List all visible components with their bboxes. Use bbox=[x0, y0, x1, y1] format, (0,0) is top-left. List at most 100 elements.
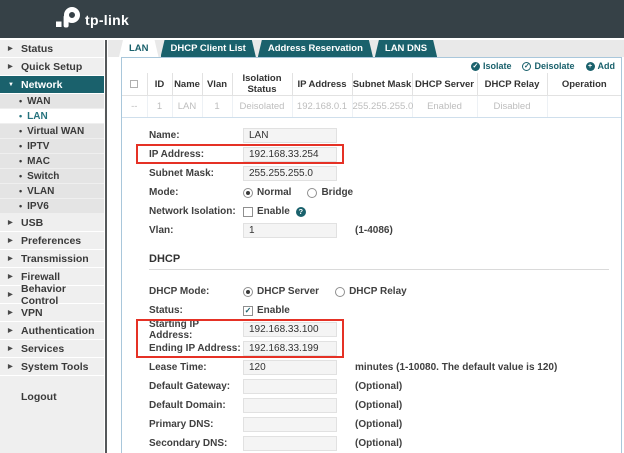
network-isolation-enable-label: Enable bbox=[257, 206, 290, 217]
tab-address-reservation[interactable]: Address Reservation bbox=[258, 40, 373, 57]
starting-ip-field[interactable] bbox=[243, 322, 337, 337]
tab-lan-dns[interactable]: LAN DNS bbox=[375, 40, 437, 57]
lan-table: ID Name Vlan Isolation Status IP Address… bbox=[122, 73, 621, 118]
name-row: Name: bbox=[149, 127, 621, 144]
vlan-field[interactable] bbox=[243, 223, 337, 238]
tab-dhcp-client-list[interactable]: DHCP Client List bbox=[161, 40, 256, 57]
table-row: -- 1 LAN 1 Deisolated 192.168.0.1 255.25… bbox=[122, 96, 621, 118]
name-label: Name: bbox=[149, 130, 243, 141]
sidebar-item-authentication[interactable]: ▶ Authentication bbox=[0, 322, 104, 340]
chevron-right-icon: ▶ bbox=[8, 309, 15, 316]
sidebar-subitem-virtual-wan[interactable]: • Virtual WAN bbox=[0, 124, 104, 139]
chevron-right-icon: ▶ bbox=[8, 219, 15, 226]
vlan-range-hint: (1-4086) bbox=[355, 225, 393, 236]
bullet-icon: • bbox=[19, 126, 22, 136]
sidebar-item-preferences[interactable]: ▶ Preferences bbox=[0, 232, 104, 250]
sidebar-subitem-ipv6[interactable]: • IPV6 bbox=[0, 199, 104, 214]
default-gateway-label: Default Gateway: bbox=[149, 381, 243, 392]
sidebar-item-quick-setup[interactable]: ▶ Quick Setup bbox=[0, 58, 104, 76]
dhcp-server-radio[interactable] bbox=[243, 287, 253, 297]
sidebar-subitem-mac[interactable]: • MAC bbox=[0, 154, 104, 169]
sidebar-divider bbox=[105, 40, 107, 453]
col-header-id: ID bbox=[147, 73, 172, 96]
chevron-right-icon: ▶ bbox=[8, 255, 15, 262]
sidebar-item-services[interactable]: ▶ Services bbox=[0, 340, 104, 358]
chevron-right-icon: ▶ bbox=[8, 63, 15, 70]
logout-button[interactable]: Logout bbox=[0, 388, 104, 406]
sidebar-item-behavior-control[interactable]: ▶ Behavior Control bbox=[0, 286, 104, 304]
ip-address-field[interactable] bbox=[243, 147, 337, 162]
ending-ip-label: Ending IP Address: bbox=[149, 343, 243, 354]
tp-link-logo-icon bbox=[55, 6, 82, 32]
secondary-dns-field[interactable] bbox=[243, 436, 337, 451]
col-header-dhcp-server: DHCP Server bbox=[412, 73, 477, 96]
sidebar-item-label: Transmission bbox=[21, 253, 89, 265]
sidebar-subitem-lan[interactable]: • LAN bbox=[0, 109, 104, 124]
dhcp-relay-radio[interactable] bbox=[335, 287, 345, 297]
lease-time-label: Lease Time: bbox=[149, 362, 243, 373]
chevron-right-icon: ▶ bbox=[8, 45, 15, 52]
default-gateway-hint: (Optional) bbox=[355, 381, 402, 392]
sidebar-subitem-label: VLAN bbox=[27, 186, 54, 197]
sidebar-subitem-label: LAN bbox=[27, 111, 48, 122]
row-dhcp-relay-cell: Disabled bbox=[477, 96, 547, 118]
sidebar-subitem-vlan[interactable]: • VLAN bbox=[0, 184, 104, 199]
sidebar-item-usb[interactable]: ▶ USB bbox=[0, 214, 104, 232]
chevron-down-icon: ▼ bbox=[8, 82, 15, 88]
sidebar-item-label: Firewall bbox=[21, 271, 60, 283]
isolate-label: Isolate bbox=[483, 61, 512, 71]
sidebar-item-vpn[interactable]: ▶ VPN bbox=[0, 304, 104, 322]
sidebar-item-network[interactable]: ▼ Network bbox=[0, 76, 104, 94]
dhcp-mode-label: DHCP Mode: bbox=[149, 286, 243, 297]
tab-lan[interactable]: LAN bbox=[119, 40, 159, 57]
primary-dns-field[interactable] bbox=[243, 417, 337, 432]
default-domain-label: Default Domain: bbox=[149, 400, 243, 411]
default-gateway-field[interactable] bbox=[243, 379, 337, 394]
add-plus-circle-icon: + bbox=[586, 62, 595, 71]
ending-ip-field[interactable] bbox=[243, 341, 337, 356]
name-field[interactable] bbox=[243, 128, 337, 143]
sidebar-subitem-switch[interactable]: • Switch bbox=[0, 169, 104, 184]
brand-text: tp-link bbox=[85, 8, 129, 32]
select-all-checkbox[interactable] bbox=[130, 80, 138, 88]
isolate-button[interactable]: ✓ Isolate bbox=[471, 61, 512, 71]
sidebar-item-transmission[interactable]: ▶ Transmission bbox=[0, 250, 104, 268]
sidebar-subitem-label: Switch bbox=[27, 171, 59, 182]
sidebar-subitem-label: IPTV bbox=[27, 141, 49, 152]
row-operation-cell bbox=[547, 96, 621, 118]
subnet-mask-label: Subnet Mask: bbox=[149, 168, 243, 179]
col-header-ip-address: IP Address bbox=[292, 73, 352, 96]
isolate-check-circle-icon: ✓ bbox=[471, 62, 480, 71]
default-domain-field[interactable] bbox=[243, 398, 337, 413]
row-select-cell: -- bbox=[122, 96, 147, 118]
sidebar-item-status[interactable]: ▶ Status bbox=[0, 40, 104, 58]
sidebar-item-label: Behavior Control bbox=[21, 283, 104, 307]
mode-bridge-radio[interactable] bbox=[307, 188, 317, 198]
sidebar-item-label: System Tools bbox=[21, 361, 89, 373]
tab-bar: LAN DHCP Client List Address Reservation… bbox=[108, 40, 624, 57]
add-button[interactable]: + Add bbox=[586, 61, 616, 71]
sidebar: ▶ Status ▶ Quick Setup ▼ Network • WAN •… bbox=[0, 40, 104, 453]
secondary-dns-label: Secondary DNS: bbox=[149, 438, 243, 449]
sidebar-item-label: VPN bbox=[21, 307, 43, 319]
sidebar-item-system-tools[interactable]: ▶ System Tools bbox=[0, 358, 104, 376]
ending-ip-row: Ending IP Address: bbox=[149, 340, 621, 357]
bullet-icon: • bbox=[19, 201, 22, 211]
mode-normal-radio[interactable] bbox=[243, 188, 253, 198]
primary-dns-label: Primary DNS: bbox=[149, 419, 243, 430]
subnet-mask-field[interactable] bbox=[243, 166, 337, 181]
table-header-row: ID Name Vlan Isolation Status IP Address… bbox=[122, 73, 621, 96]
network-isolation-checkbox[interactable] bbox=[243, 207, 253, 217]
sidebar-subitem-iptv[interactable]: • IPTV bbox=[0, 139, 104, 154]
lease-time-field[interactable] bbox=[243, 360, 337, 375]
dhcp-status-checkbox[interactable]: ✓ bbox=[243, 306, 253, 316]
help-icon[interactable]: ? bbox=[296, 207, 306, 217]
deisolate-button[interactable]: ✓ Deisolate bbox=[522, 61, 574, 71]
bullet-icon: • bbox=[19, 156, 22, 166]
chevron-right-icon: ▶ bbox=[8, 237, 15, 244]
bullet-icon: • bbox=[19, 111, 22, 121]
network-isolation-label: Network Isolation: bbox=[149, 206, 243, 217]
lease-time-hint: minutes (1-10080. The default value is 1… bbox=[355, 362, 557, 373]
sidebar-subitem-wan[interactable]: • WAN bbox=[0, 94, 104, 109]
row-isolation-status-cell: Deisolated bbox=[232, 96, 292, 118]
